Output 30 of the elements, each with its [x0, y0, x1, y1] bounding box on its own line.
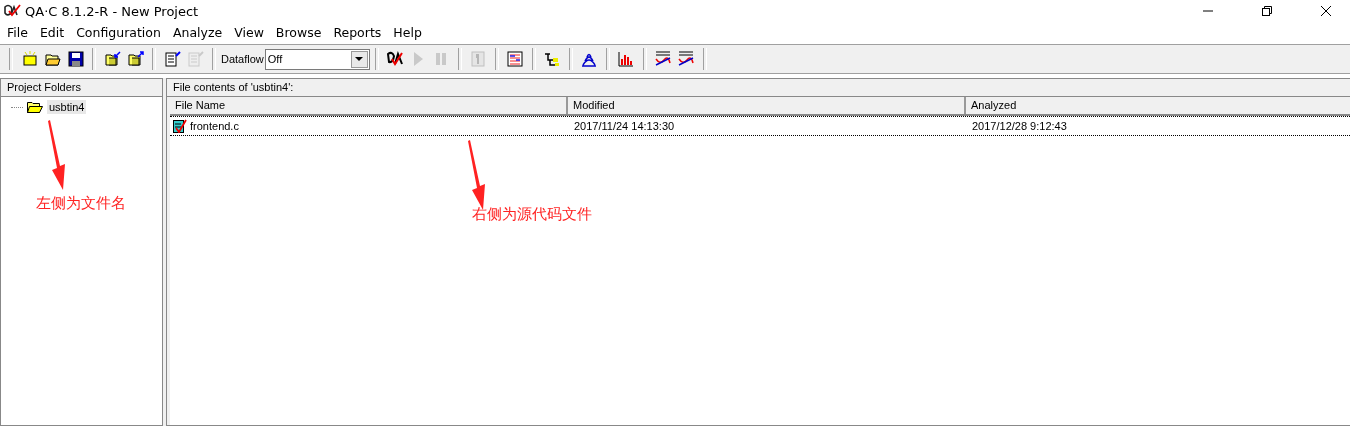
caret-icon[interactable] — [355, 56, 364, 62]
menu-item[interactable]: View — [228, 24, 270, 40]
restore-icon[interactable] — [1262, 6, 1272, 16]
menu-item[interactable]: Help — [387, 24, 428, 40]
tree-item[interactable]: usbtin4 — [47, 100, 87, 114]
panel-header: File contents of 'usbtin4': — [167, 79, 1350, 97]
annotation-text: 左侧为文件名 — [36, 194, 126, 213]
menu-item[interactable]: File — [1, 24, 34, 40]
file-row[interactable]: frontend.c 2017/11/24 14:13:30 2017/12/28 9:12:43 — [170, 116, 1350, 136]
checked-file-icon — [173, 119, 187, 133]
app-logo-icon — [3, 4, 21, 18]
menu-item[interactable]: Edit — [33, 24, 71, 40]
table-cell: 2017/12/28 9:12:43 — [972, 120, 1067, 132]
annotation-arrow — [48, 120, 68, 190]
column-header[interactable]: Analyzed — [966, 97, 1350, 114]
dataflow-dropdown[interactable]: Off — [264, 48, 370, 70]
panel-header: Project Folders — [1, 79, 162, 97]
menu-item[interactable]: Analyze — [166, 24, 229, 40]
column-header[interactable]: File Name — [170, 97, 568, 114]
window-title: QA·C 8.1.2-R - New Project — [25, 3, 199, 19]
menu-item[interactable]: Reports — [327, 24, 388, 40]
annotation-text: 右侧为源代码文件 — [472, 205, 592, 224]
menu-item[interactable]: Configuration — [70, 24, 167, 40]
table-cell: frontend.c — [190, 120, 239, 132]
dataflow-label: Dataflow — [221, 53, 264, 65]
close-icon[interactable] — [1321, 6, 1331, 16]
folder-icon — [27, 101, 43, 113]
table-cell: 2017/11/24 14:13:30 — [574, 120, 675, 132]
column-header[interactable]: Modified — [568, 97, 966, 114]
menu-item[interactable]: Browse — [269, 24, 328, 40]
